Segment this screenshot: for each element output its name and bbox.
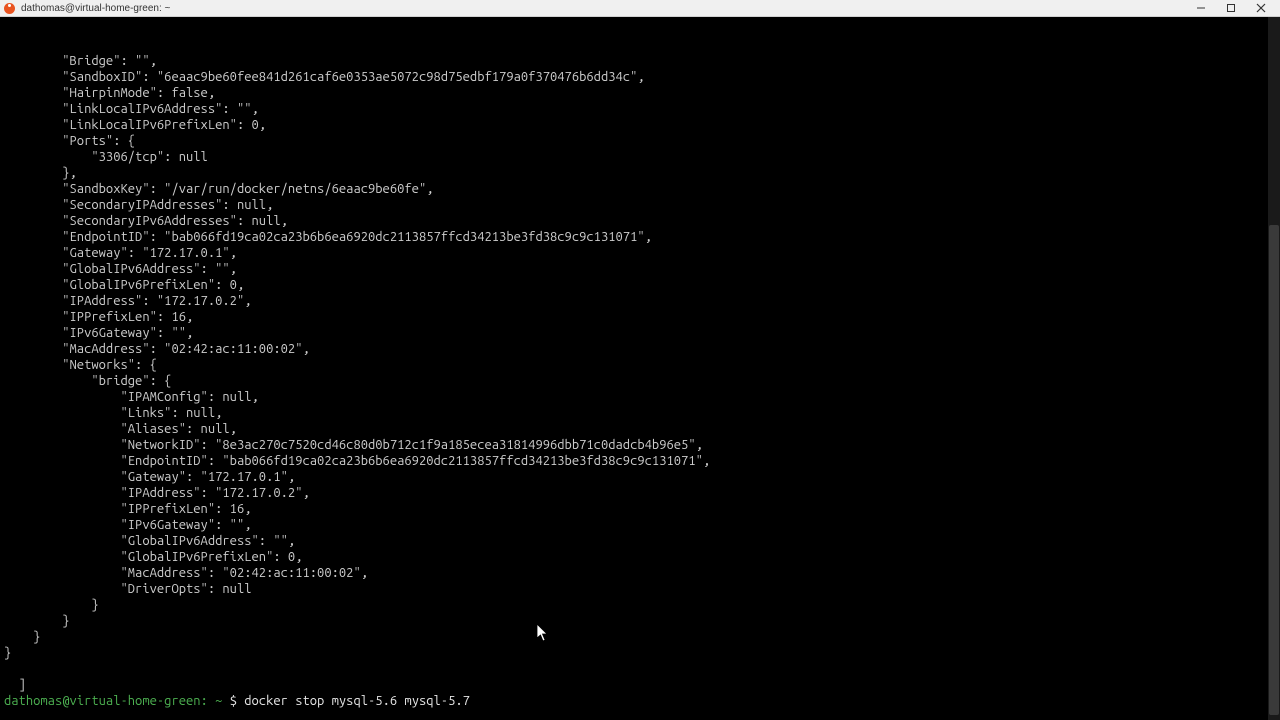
scrollbar-thumb[interactable]: [1269, 225, 1279, 715]
terminal-viewport[interactable]: "Bridge": "", "SandboxID": "6eaac9be60fe…: [0, 17, 1280, 720]
json-close-bracket: ]: [19, 678, 26, 692]
ubuntu-icon: [4, 3, 15, 14]
minimize-button[interactable]: [1186, 0, 1216, 17]
window-titlebar: dathomas@virtual-home-green: ~: [0, 0, 1280, 17]
close-button[interactable]: [1246, 0, 1276, 17]
window-title: dathomas@virtual-home-green: ~: [21, 3, 1186, 14]
maximize-button[interactable]: [1216, 0, 1246, 17]
prompt-userhost: dathomas@virtual-home-green:: [4, 694, 208, 708]
scrollbar-track[interactable]: [1268, 17, 1280, 720]
command-text: docker stop mysql-5.6 mysql-5.7: [244, 694, 470, 708]
prompt-dollar: $: [230, 694, 237, 708]
prompt-line-1: dathomas@virtual-home-green: ~ $ docker …: [4, 693, 1276, 709]
json-output: "Bridge": "", "SandboxID": "6eaac9be60fe…: [4, 53, 1276, 661]
window-controls: [1186, 0, 1276, 17]
